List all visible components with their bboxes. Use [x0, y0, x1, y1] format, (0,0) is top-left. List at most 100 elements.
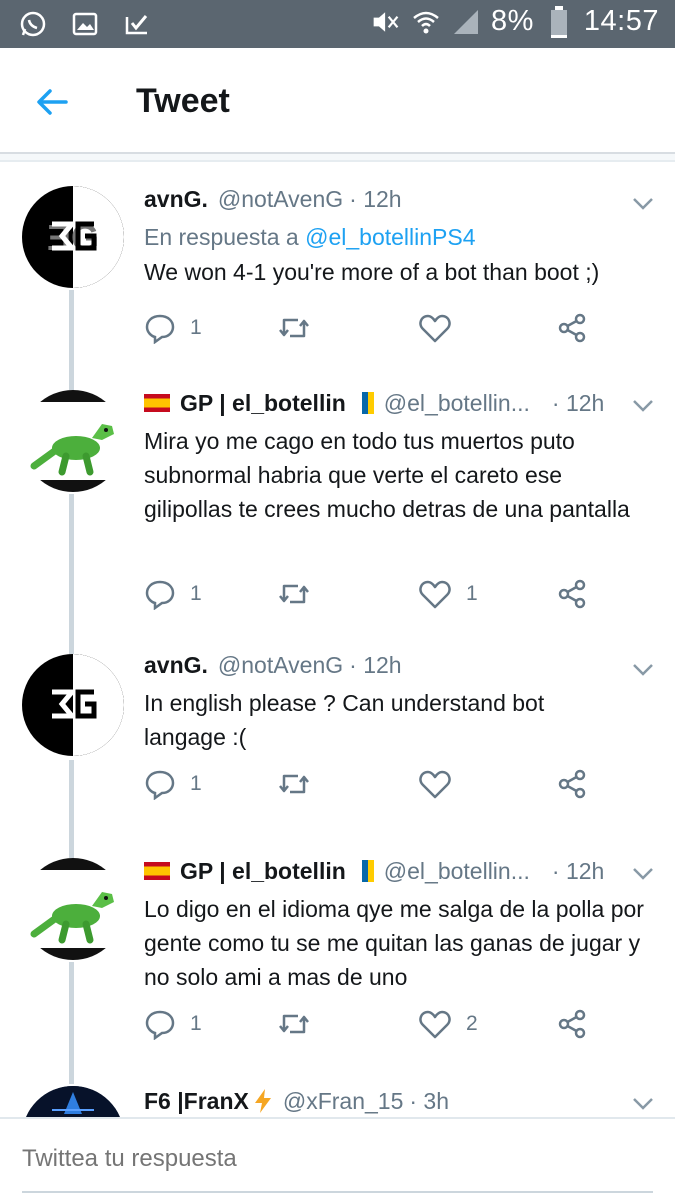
user-handle[interactable]: @el_botellin... — [384, 390, 530, 417]
reply-count: 1 — [190, 1012, 202, 1035]
share-button[interactable] — [556, 1006, 588, 1042]
reply-icon — [145, 314, 175, 344]
reply-icon — [145, 580, 175, 610]
heart-icon — [419, 580, 451, 609]
retweet-button[interactable] — [276, 576, 326, 612]
user-handle[interactable]: @notAvenG — [218, 652, 343, 679]
status-bar: 8% 14:57 — [0, 0, 675, 48]
tweet-3[interactable]: avnG. @notAvenG · 12h In english please … — [0, 648, 675, 852]
timestamp: · 3h — [409, 1087, 450, 1114]
header-divider — [0, 152, 675, 162]
timestamp: · 12h — [551, 857, 605, 884]
tweet-2[interactable]: GP | el_botellin @el_botellin... · 12h M… — [0, 386, 675, 648]
share-icon — [558, 1009, 586, 1039]
reply-input[interactable] — [22, 1145, 622, 1173]
tweet-header: F6 |FranX @xFran_15 · 3h — [144, 1084, 655, 1117]
display-name[interactable]: avnG. — [144, 652, 208, 679]
wifi-icon — [411, 7, 441, 37]
retweet-icon — [279, 1014, 309, 1034]
avatar[interactable] — [22, 390, 124, 492]
reply-context: En respuesta a @el_botellinPS4 — [144, 224, 655, 251]
like-button[interactable] — [418, 310, 466, 346]
tweet-content: GP | el_botellin @el_botellin... · 12h M… — [144, 386, 655, 526]
reply-button[interactable]: 1 — [144, 766, 202, 802]
tweet-4[interactable]: GP | el_botellin @el_botellin... · 12h L… — [0, 852, 675, 1084]
reply-button[interactable]: 1 — [144, 1006, 202, 1042]
retweet-button[interactable] — [276, 766, 326, 802]
canary-islands-flag-icon — [355, 392, 374, 414]
tweet-menu-button[interactable] — [631, 1092, 655, 1116]
tweet-menu-button[interactable] — [631, 192, 655, 216]
tweet-menu-button[interactable] — [631, 862, 655, 886]
share-icon — [558, 769, 586, 799]
user-handle[interactable]: @notAvenG — [218, 186, 343, 213]
whatsapp-icon — [18, 9, 48, 39]
display-name[interactable]: F6 |FranX — [144, 1088, 249, 1115]
chevron-down-icon — [633, 868, 653, 880]
tweet-actions: 1 1 — [144, 576, 614, 612]
reply-count: 1 — [190, 582, 202, 605]
back-arrow-icon — [37, 89, 68, 115]
page-title: Tweet — [136, 82, 230, 120]
retweet-icon — [279, 584, 309, 604]
retweet-icon — [279, 774, 309, 794]
input-underline — [22, 1191, 653, 1193]
user-handle[interactable]: @xFran_15 — [283, 1088, 404, 1115]
back-button[interactable] — [30, 80, 74, 124]
tweet-5[interactable]: F6 |FranX @xFran_15 · 3h — [0, 1084, 675, 1117]
reply-mention-link[interactable]: @el_botellinPS4 — [305, 224, 475, 250]
top-app-bar: Tweet — [0, 48, 675, 154]
thread-line — [69, 494, 74, 648]
tweet-header: GP | el_botellin @el_botellin... · 12h — [144, 854, 655, 888]
tweet-header: avnG. @notAvenG · 12h — [144, 182, 655, 216]
avatar[interactable] — [22, 654, 124, 756]
avatar[interactable] — [22, 1086, 124, 1117]
reply-button[interactable]: 1 — [144, 576, 202, 612]
timestamp: · 12h — [349, 651, 402, 678]
tweet-content: avnG. @notAvenG · 12h In english please … — [144, 648, 655, 754]
timestamp: · 12h — [551, 389, 605, 416]
chevron-down-icon — [633, 198, 653, 210]
chevron-down-icon — [633, 1098, 653, 1110]
reply-count: 1 — [190, 316, 202, 339]
thread-line — [69, 760, 74, 852]
thread-line — [69, 962, 74, 1084]
mute-icon — [371, 7, 401, 37]
tweet-text: Lo digo en el idioma qye me salga de la … — [144, 896, 644, 990]
tweet-header: GP | el_botellin @el_botellin... · 12h — [144, 386, 655, 420]
tweet-text: In english please ? Can understand bot l… — [144, 690, 545, 750]
tweet-text: We won 4-1 you're more of a bot than boo… — [144, 259, 600, 285]
like-button[interactable]: 1 — [418, 576, 478, 612]
share-button[interactable] — [556, 310, 588, 346]
lightning-icon — [253, 1088, 273, 1114]
reply-prefix: En respuesta a — [144, 224, 306, 250]
display-name[interactable]: GP | el_botellin — [180, 858, 346, 885]
email-check-icon — [122, 9, 152, 39]
like-count: 2 — [466, 1012, 478, 1035]
tweet-actions: 1 2 — [144, 1006, 614, 1042]
avatar[interactable] — [22, 858, 124, 960]
share-button[interactable] — [556, 576, 588, 612]
clock: 14:57 — [583, 5, 659, 37]
share-icon — [558, 313, 586, 343]
battery-percent: 8% — [491, 5, 534, 37]
retweet-button[interactable] — [276, 310, 326, 346]
tweet-text: Mira yo me cago en todo tus muertos puto… — [144, 428, 630, 522]
tweet-menu-button[interactable] — [631, 658, 655, 682]
user-handle[interactable]: @el_botellin... — [384, 858, 530, 885]
tweet-1[interactable]: ƎG avnG. @notAvenG · 12h En respuesta a … — [0, 162, 675, 386]
tweet-content: F6 |FranX @xFran_15 · 3h — [144, 1084, 655, 1117]
avatar[interactable]: ƎG — [22, 186, 124, 288]
share-button[interactable] — [556, 766, 588, 802]
like-button[interactable]: 2 — [418, 1006, 478, 1042]
display-name[interactable]: GP | el_botellin — [180, 390, 346, 417]
canary-islands-flag-icon — [355, 860, 374, 882]
tweet-menu-button[interactable] — [631, 394, 655, 418]
like-button[interactable] — [418, 766, 466, 802]
tweet-content: avnG. @notAvenG · 12h En respuesta a @el… — [144, 182, 655, 289]
reply-button[interactable]: 1 — [144, 310, 202, 346]
retweet-button[interactable] — [276, 1006, 326, 1042]
reply-thread[interactable]: ƎG avnG. @notAvenG · 12h En respuesta a … — [0, 162, 675, 1117]
signal-icon — [451, 7, 481, 37]
display-name[interactable]: avnG. — [144, 186, 208, 213]
